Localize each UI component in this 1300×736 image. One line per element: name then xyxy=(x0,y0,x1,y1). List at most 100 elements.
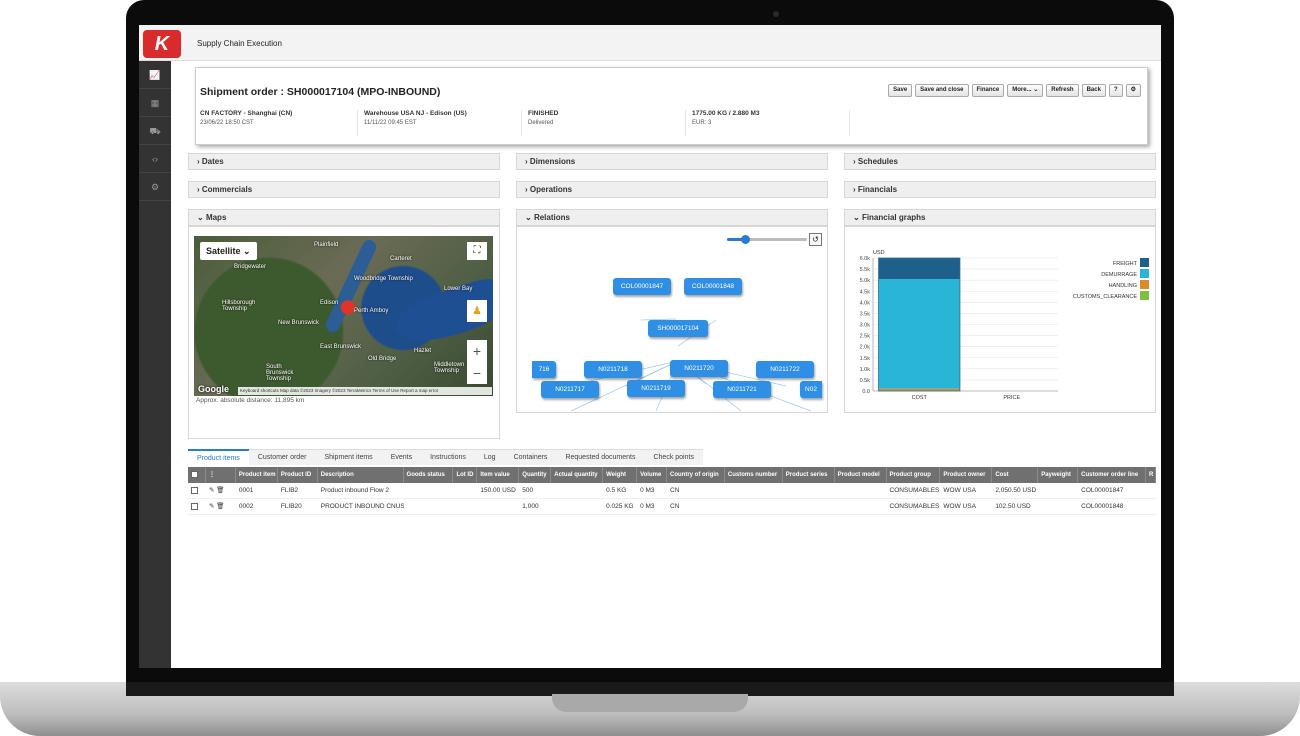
save-button[interactable]: Save xyxy=(888,84,913,97)
table-row[interactable]: ✎ 🗑 0001 FLIB2 Product inbound Flow 2 150.00… xyxy=(188,483,1156,499)
zoom-in-icon[interactable]: + xyxy=(467,340,487,362)
relation-node[interactable]: SH000017104 xyxy=(648,320,708,337)
column-header[interactable]: Product ID xyxy=(278,467,318,483)
panel-operations[interactable]: › Operations xyxy=(516,181,828,198)
relation-node[interactable]: N0211722 xyxy=(756,361,814,378)
relation-node[interactable]: 716 xyxy=(532,361,556,378)
map-attribution[interactable]: Keyboard shortcuts Map data ©2023 Imager… xyxy=(238,387,492,395)
zoom-out-icon[interactable]: − xyxy=(467,362,487,384)
edit-icon[interactable]: ✎ xyxy=(209,487,214,494)
sidebar-item-chart[interactable]: 📈 xyxy=(139,61,171,89)
map-type-button[interactable]: Satellite ⌄ xyxy=(200,242,257,260)
amount: EUR: 3 xyxy=(692,120,712,126)
sidebar-item-calendar[interactable]: ▦ xyxy=(139,89,171,117)
sidebar-item-truck[interactable]: ⛟ xyxy=(139,117,171,145)
destination-name: Warehouse USA NJ - Edison (US) xyxy=(364,110,467,117)
shipment-header-card: Shipment order : SH000017104 (MPO-INBOUN… xyxy=(195,67,1148,145)
brand-logo[interactable]: K xyxy=(143,30,181,58)
tab-instructions[interactable]: Instructions xyxy=(421,449,475,465)
column-header[interactable]: Description xyxy=(318,467,404,483)
column-header[interactable]: Customs number xyxy=(725,467,783,483)
tab-check-points[interactable]: Check points xyxy=(644,449,703,465)
column-header[interactable]: Actual quantity xyxy=(551,467,604,483)
column-header[interactable]: Weight xyxy=(603,467,638,483)
tab-log[interactable]: Log xyxy=(474,449,505,465)
chevron-down-icon: ⌄ xyxy=(1033,87,1039,93)
relation-node[interactable]: N0211720 xyxy=(670,360,728,377)
relation-node[interactable]: N0211721 xyxy=(713,381,771,398)
tab-events[interactable]: Events xyxy=(381,449,422,465)
select-all-checkbox[interactable] xyxy=(188,467,206,483)
code-icon: ‹› xyxy=(152,154,158,164)
panel-maps[interactable]: ⌄ Maps xyxy=(188,209,500,226)
table-row[interactable]: ✎ 🗑 0002 FLIB20 PRODUCT INBOUND CNUS 1,000 0.… xyxy=(188,499,1156,515)
tab-requested-documents[interactable]: Requested documents xyxy=(556,449,645,465)
panel-financials[interactable]: › Financials xyxy=(844,181,1156,198)
sidebar-item-settings[interactable]: ⚙ xyxy=(139,173,171,201)
panel-schedules[interactable]: › Schedules xyxy=(844,153,1156,170)
row-checkbox[interactable] xyxy=(188,483,206,498)
sidebar-item-code[interactable]: ‹› xyxy=(139,145,171,173)
column-header[interactable]: Item value xyxy=(477,467,520,483)
map-type-label: Satellite xyxy=(206,246,241,256)
edit-icon[interactable]: ✎ xyxy=(209,503,214,510)
help-button[interactable]: ? xyxy=(1108,84,1123,97)
column-header[interactable]: Product group xyxy=(887,467,941,483)
finance-button[interactable]: Finance xyxy=(971,84,1005,97)
panel-dimensions-label: Dimensions xyxy=(529,157,576,166)
relation-node[interactable]: N0211717 xyxy=(541,381,599,398)
relation-node[interactable]: N0211718 xyxy=(584,361,642,378)
tab-customer-order[interactable]: Customer order xyxy=(248,449,316,465)
legend-label: DEMURRAGE xyxy=(1101,272,1137,278)
column-header[interactable]: R xyxy=(1146,467,1156,483)
tab-product-items[interactable]: Product items xyxy=(188,449,249,465)
column-header[interactable]: Product owner xyxy=(940,467,993,483)
column-header[interactable]: Payweight xyxy=(1038,467,1079,483)
panel-financial-graphs[interactable]: ⌄ Financial graphs xyxy=(844,209,1156,226)
column-header[interactable]: Goods status xyxy=(404,467,454,483)
column-header[interactable]: Volume xyxy=(637,467,667,483)
table-header: ⋮ Product item Product ID Description Goods … xyxy=(188,467,1156,483)
relation-node[interactable]: COL00001848 xyxy=(684,278,742,295)
more-button[interactable]: More... ⌄ xyxy=(1007,84,1044,97)
column-header[interactable]: Cost xyxy=(992,467,1039,483)
street-view-icon[interactable]: ♟ xyxy=(467,300,487,322)
trash-icon[interactable]: 🗑 xyxy=(216,503,224,510)
panel-dimensions[interactable]: › Dimensions xyxy=(516,153,828,170)
row-checkbox[interactable] xyxy=(188,499,206,514)
origin-date: 23/06/22 18:50 CST xyxy=(200,120,254,126)
calendar-icon: ▦ xyxy=(150,98,160,108)
settings-button[interactable]: ⚙ xyxy=(1125,84,1141,97)
panel-dates[interactable]: › Dates xyxy=(188,153,500,170)
column-header[interactable]: Lot ID xyxy=(453,467,478,483)
y-tick-label: 5.0k xyxy=(860,278,871,284)
table-cell: 1,000 xyxy=(522,503,539,510)
save-close-button[interactable]: Save and close xyxy=(915,84,969,97)
map-pin-icon[interactable]: ⬤ xyxy=(340,298,356,315)
fullscreen-icon[interactable]: ⛶ xyxy=(467,242,487,260)
map-view[interactable]: Plainfield Bridgewater Hillsborough Town… xyxy=(194,236,493,396)
tab-shipment-items[interactable]: Shipment items xyxy=(315,449,382,465)
column-header[interactable]: Product model xyxy=(835,467,887,483)
trash-icon[interactable]: 🗑 xyxy=(216,487,224,494)
back-button[interactable]: Back xyxy=(1081,84,1106,97)
refresh-button[interactable]: Refresh xyxy=(1046,84,1079,97)
table-cell: CN xyxy=(670,503,680,510)
column-header[interactable]: Product series xyxy=(783,467,835,483)
column-menu-icon[interactable]: ⋮ xyxy=(206,467,236,483)
table-cell: CN xyxy=(670,487,680,494)
table-cell xyxy=(551,499,603,514)
map-label: Woodbridge Township xyxy=(354,276,413,282)
tab-containers[interactable]: Containers xyxy=(504,449,557,465)
y-tick-label: 0.0 xyxy=(862,389,870,395)
map-label: Hillsborough Township xyxy=(222,300,256,312)
panel-commercials[interactable]: › Commercials xyxy=(188,181,500,198)
relation-node[interactable]: N02 xyxy=(800,381,822,398)
relation-node[interactable]: N0211719 xyxy=(627,380,685,397)
column-header[interactable]: Country of origin xyxy=(667,467,725,483)
relation-node[interactable]: COL00001847 xyxy=(613,278,671,295)
column-header[interactable]: Product item xyxy=(236,467,278,483)
panel-relations[interactable]: ⌄ Relations xyxy=(516,209,828,226)
column-header[interactable]: Quantity xyxy=(519,467,552,483)
column-header[interactable]: Customer order line xyxy=(1078,467,1146,483)
